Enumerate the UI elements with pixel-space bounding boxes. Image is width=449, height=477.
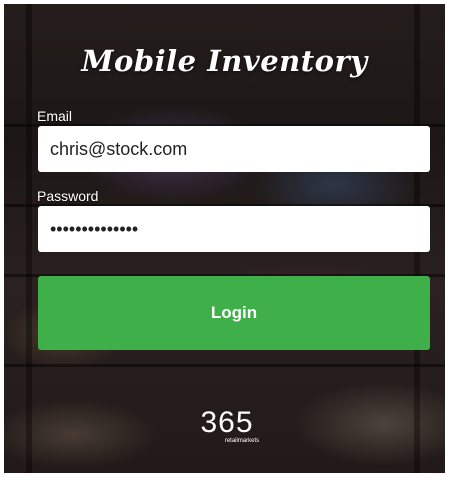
email-field[interactable] [38,126,430,172]
app-title: Mobile Inventory [81,44,368,78]
password-field[interactable] [38,206,430,252]
brand-logo-number: 365 [200,406,254,439]
login-screen: Mobile Inventory Email Password Login 36… [4,4,445,473]
brand-logo-subtitle: retailmarkets [224,438,260,444]
email-label: Email [37,108,73,124]
password-label: Password [37,188,99,204]
brand-logo: 365 retailmarkets [182,408,272,448]
login-button[interactable]: Login [38,276,430,350]
